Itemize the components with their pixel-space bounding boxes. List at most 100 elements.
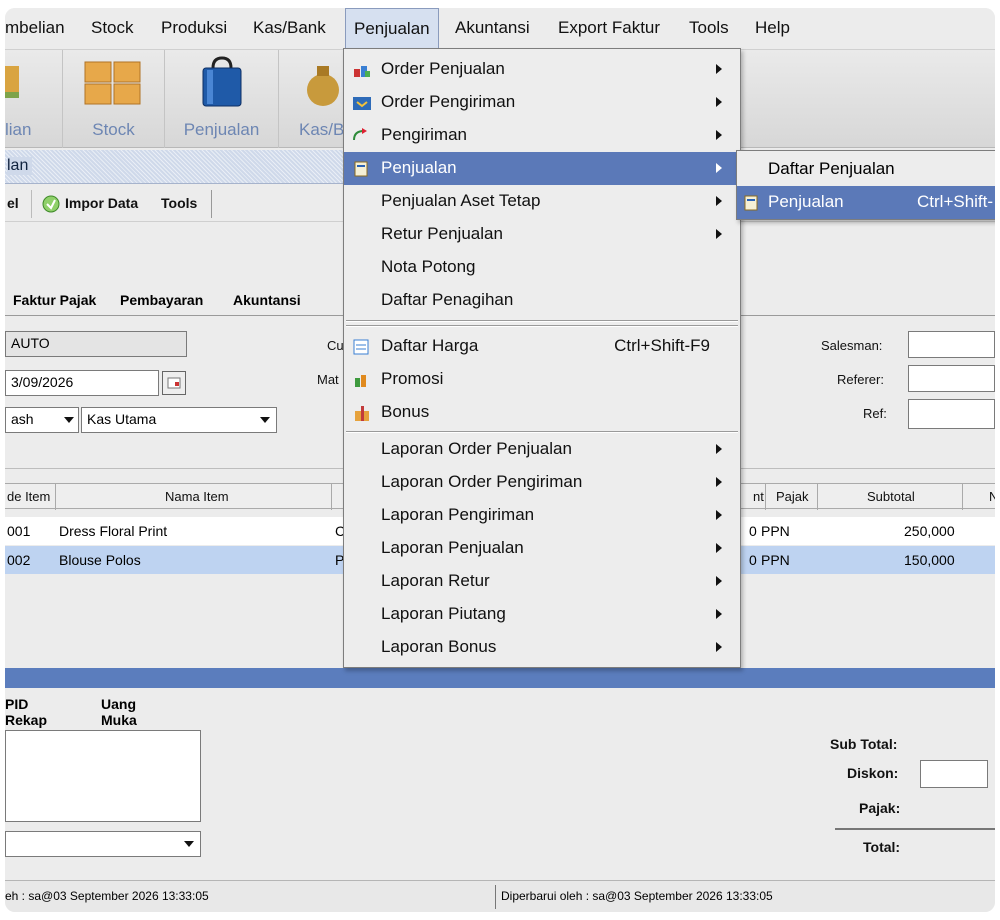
item-code: 002 xyxy=(7,552,31,568)
menu-item-penjualan-aset-tetap[interactable]: Penjualan Aset Tetap xyxy=(344,185,740,218)
menu-item-laporan-retur[interactable]: Laporan Retur xyxy=(344,565,740,598)
toolbar-pembelian[interactable]: lian xyxy=(5,50,63,148)
stock-icon xyxy=(84,61,141,105)
submenu-arrow-icon xyxy=(716,609,722,619)
menu-item-label: Penjualan xyxy=(381,158,457,177)
menu-item-label: Retur Penjualan xyxy=(381,224,503,243)
menu-item-promosi[interactable]: Promosi xyxy=(344,363,740,396)
bonus-icon xyxy=(355,406,369,421)
toolbar-penjualan[interactable]: Penjualan xyxy=(165,50,279,148)
referer-field[interactable] xyxy=(908,365,995,392)
item-tax: PPN xyxy=(761,523,790,539)
currency-label: Mat xyxy=(317,372,339,387)
menu-item-label: Laporan Bonus xyxy=(381,637,497,656)
account-select[interactable]: Kas Utama xyxy=(81,407,277,433)
toolbar-stock-label: Stock xyxy=(92,120,135,139)
sub-toolbar-cancel[interactable]: el xyxy=(7,195,19,211)
toolbar-stock[interactable]: Stock xyxy=(63,50,165,148)
tab-akuntansi[interactable]: Akuntansi xyxy=(233,292,301,308)
submenu-arrow-icon xyxy=(716,543,722,553)
menu-item-label: Daftar Harga xyxy=(381,336,479,355)
toolbar-separator xyxy=(31,190,32,218)
menu-produksi[interactable]: Produksi xyxy=(161,18,227,38)
bottom-select[interactable] xyxy=(5,831,201,857)
updated-by-status: Diperbarui oleh : sa@03 September 2026 1… xyxy=(501,889,773,903)
menu-item-label: Promosi xyxy=(381,369,444,388)
calendar-button[interactable] xyxy=(162,371,186,395)
menu-item-laporan-penjualan[interactable]: Laporan Penjualan xyxy=(344,532,740,565)
item-subtotal: 150,000 xyxy=(904,552,955,568)
tools-button[interactable]: Tools xyxy=(161,195,197,211)
menu-item-laporan-bonus[interactable]: Laporan Bonus xyxy=(344,631,740,664)
menu-help[interactable]: Help xyxy=(755,18,790,38)
menu-item-laporan-piutang[interactable]: Laporan Piutang xyxy=(344,598,740,631)
menu-item-label: Nota Potong xyxy=(381,257,476,276)
ref-label: Ref: xyxy=(863,406,887,421)
menu-item-penjualan[interactable]: Penjualan xyxy=(344,152,740,185)
split-pane-divider[interactable] xyxy=(5,668,995,688)
column-divider xyxy=(55,484,56,510)
menu-item-laporan-order-penjualan[interactable]: Laporan Order Penjualan xyxy=(344,433,740,466)
toolbar-kas-bank[interactable]: Kas/B xyxy=(279,50,349,148)
menu-item-order-penjualan[interactable]: Order Penjualan xyxy=(344,53,740,86)
menu-item-laporan-order-pengiriman[interactable]: Laporan Order Pengiriman xyxy=(344,466,740,499)
menu-penjualan[interactable]: Penjualan xyxy=(345,8,439,48)
menu-item-label: Laporan Order Pengiriman xyxy=(381,472,583,491)
payment-select-value: ash xyxy=(11,411,34,427)
item-discount: 0 xyxy=(749,552,757,568)
menu-item-laporan-pengiriman[interactable]: Laporan Pengiriman xyxy=(344,499,740,532)
tab-faktur-pajak[interactable]: Faktur Pajak xyxy=(13,292,96,308)
submenu-arrow-icon xyxy=(716,64,722,74)
discount-field[interactable] xyxy=(920,760,988,788)
menu-item-label: Daftar Penagihan xyxy=(381,290,514,309)
tab-uang-muka[interactable]: Uang Muka xyxy=(101,696,137,728)
menu-item-nota-potong[interactable]: Nota Potong xyxy=(344,251,740,284)
menu-item-bonus[interactable]: Bonus xyxy=(344,396,740,429)
import-data-button[interactable]: Impor Data xyxy=(65,195,138,211)
menu-pembelian[interactable]: mbelian xyxy=(5,18,65,38)
item-code: 001 xyxy=(7,523,31,539)
subtotal-label: Sub Total: xyxy=(830,736,898,752)
menu-item-label: Penjualan Aset Tetap xyxy=(381,191,541,210)
menu-akuntansi[interactable]: Akuntansi xyxy=(455,18,530,38)
salesman-field[interactable] xyxy=(908,331,995,358)
invoice-icon xyxy=(354,161,368,177)
submenu-item-shortcut: Ctrl+Shift- xyxy=(917,192,994,211)
menu-item-pengiriman[interactable]: Pengiriman xyxy=(344,119,740,152)
menu-separator xyxy=(346,325,738,327)
ref-field[interactable] xyxy=(908,399,995,429)
column-divider xyxy=(765,484,766,510)
total-line xyxy=(835,828,995,830)
notes-textarea[interactable] xyxy=(5,730,201,822)
item-name: Blouse Polos xyxy=(59,552,141,568)
payment-select[interactable]: ash xyxy=(5,407,79,433)
discount-label: Diskon: xyxy=(847,765,899,781)
chevron-down-icon xyxy=(260,417,270,423)
menu-tools[interactable]: Tools xyxy=(689,18,729,38)
menu-kas-bank[interactable]: Kas/Bank xyxy=(253,18,326,38)
submenu-arrow-icon xyxy=(716,130,722,140)
menu-item-daftar-harga[interactable]: Daftar Harga Ctrl+Shift-F9 xyxy=(344,330,740,363)
menu-item-label: Laporan Order Penjualan xyxy=(381,439,572,458)
menu-stock[interactable]: Stock xyxy=(91,18,134,38)
invoice-number-field[interactable]: AUTO xyxy=(5,331,187,357)
menu-item-label: Laporan Piutang xyxy=(381,604,506,623)
submenu-item-daftar-penjualan[interactable]: Daftar Penjualan xyxy=(737,153,995,186)
menu-item-label: Bonus xyxy=(381,402,430,421)
item-name: Dress Floral Print xyxy=(59,523,168,539)
menu-item-retur-penjualan[interactable]: Retur Penjualan xyxy=(344,218,740,251)
date-field[interactable]: 3/09/2026 xyxy=(5,370,159,396)
menu-item-daftar-penagihan[interactable]: Daftar Penagihan xyxy=(344,284,740,317)
tab-pid-rekap[interactable]: PID Rekap xyxy=(5,696,47,728)
column-header: nt xyxy=(753,489,764,504)
menu-item-label: Order Penjualan xyxy=(381,59,505,78)
tab-pembayaran[interactable]: Pembayaran xyxy=(120,292,203,308)
menu-item-label: Laporan Penjualan xyxy=(381,538,524,557)
created-by-status: eh : sa@03 September 2026 13:33:05 xyxy=(5,889,209,903)
item-tax: PPN xyxy=(761,552,790,568)
menu-export-faktur[interactable]: Export Faktur xyxy=(558,18,660,38)
submenu-item-penjualan[interactable]: Penjualan Ctrl+Shift- xyxy=(737,186,995,219)
import-icon xyxy=(42,195,60,213)
menu-item-shortcut: Ctrl+Shift-F9 xyxy=(614,336,710,355)
menu-item-order-pengiriman[interactable]: Order Pengiriman xyxy=(344,86,740,119)
